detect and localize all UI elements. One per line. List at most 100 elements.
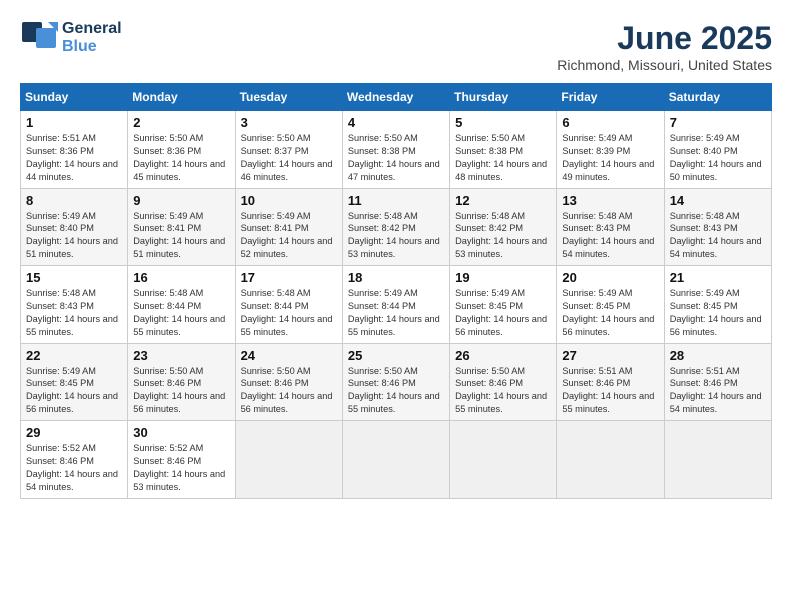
day-number: 8 <box>26 193 122 208</box>
day-number: 13 <box>562 193 658 208</box>
weekday-header: Friday <box>557 84 664 111</box>
calendar-week-row: 8 Sunrise: 5:49 AM Sunset: 8:40 PM Dayli… <box>21 188 772 266</box>
day-info: Sunrise: 5:49 AM Sunset: 8:45 PM Dayligh… <box>26 365 122 417</box>
calendar-cell: 26 Sunrise: 5:50 AM Sunset: 8:46 PM Dayl… <box>450 343 557 421</box>
day-number: 11 <box>348 193 444 208</box>
day-info: Sunrise: 5:51 AM Sunset: 8:46 PM Dayligh… <box>562 365 658 417</box>
day-number: 2 <box>133 115 229 130</box>
day-info: Sunrise: 5:50 AM Sunset: 8:46 PM Dayligh… <box>241 365 337 417</box>
calendar-week-row: 1 Sunrise: 5:51 AM Sunset: 8:36 PM Dayli… <box>21 111 772 189</box>
calendar-week-row: 22 Sunrise: 5:49 AM Sunset: 8:45 PM Dayl… <box>21 343 772 421</box>
calendar-cell: 13 Sunrise: 5:48 AM Sunset: 8:43 PM Dayl… <box>557 188 664 266</box>
calendar-cell: 18 Sunrise: 5:49 AM Sunset: 8:44 PM Dayl… <box>342 266 449 344</box>
calendar-cell: 25 Sunrise: 5:50 AM Sunset: 8:46 PM Dayl… <box>342 343 449 421</box>
day-info: Sunrise: 5:50 AM Sunset: 8:38 PM Dayligh… <box>348 132 444 184</box>
day-number: 15 <box>26 270 122 285</box>
month-title: June 2025 <box>557 20 772 57</box>
calendar-cell: 6 Sunrise: 5:49 AM Sunset: 8:39 PM Dayli… <box>557 111 664 189</box>
calendar-cell: 23 Sunrise: 5:50 AM Sunset: 8:46 PM Dayl… <box>128 343 235 421</box>
day-info: Sunrise: 5:49 AM Sunset: 8:40 PM Dayligh… <box>26 210 122 262</box>
day-number: 4 <box>348 115 444 130</box>
logo-icon <box>20 20 56 56</box>
day-number: 14 <box>670 193 766 208</box>
calendar-cell: 11 Sunrise: 5:48 AM Sunset: 8:42 PM Dayl… <box>342 188 449 266</box>
calendar-cell: 3 Sunrise: 5:50 AM Sunset: 8:37 PM Dayli… <box>235 111 342 189</box>
weekday-header: Monday <box>128 84 235 111</box>
day-number: 18 <box>348 270 444 285</box>
calendar-header-row: SundayMondayTuesdayWednesdayThursdayFrid… <box>21 84 772 111</box>
calendar-cell: 15 Sunrise: 5:48 AM Sunset: 8:43 PM Dayl… <box>21 266 128 344</box>
day-number: 27 <box>562 348 658 363</box>
weekday-header: Sunday <box>21 84 128 111</box>
day-number: 1 <box>26 115 122 130</box>
calendar-cell: 2 Sunrise: 5:50 AM Sunset: 8:36 PM Dayli… <box>128 111 235 189</box>
day-info: Sunrise: 5:52 AM Sunset: 8:46 PM Dayligh… <box>133 442 229 494</box>
day-info: Sunrise: 5:48 AM Sunset: 8:44 PM Dayligh… <box>241 287 337 339</box>
header: General Blue June 2025 Richmond, Missour… <box>20 20 772 73</box>
weekday-header: Wednesday <box>342 84 449 111</box>
day-number: 9 <box>133 193 229 208</box>
day-number: 12 <box>455 193 551 208</box>
calendar-cell <box>557 421 664 499</box>
day-number: 25 <box>348 348 444 363</box>
day-info: Sunrise: 5:51 AM Sunset: 8:36 PM Dayligh… <box>26 132 122 184</box>
day-info: Sunrise: 5:48 AM Sunset: 8:43 PM Dayligh… <box>670 210 766 262</box>
day-info: Sunrise: 5:50 AM Sunset: 8:36 PM Dayligh… <box>133 132 229 184</box>
day-number: 10 <box>241 193 337 208</box>
calendar-cell: 20 Sunrise: 5:49 AM Sunset: 8:45 PM Dayl… <box>557 266 664 344</box>
calendar-cell: 30 Sunrise: 5:52 AM Sunset: 8:46 PM Dayl… <box>128 421 235 499</box>
day-info: Sunrise: 5:50 AM Sunset: 8:37 PM Dayligh… <box>241 132 337 184</box>
day-info: Sunrise: 5:49 AM Sunset: 8:44 PM Dayligh… <box>348 287 444 339</box>
day-info: Sunrise: 5:49 AM Sunset: 8:40 PM Dayligh… <box>670 132 766 184</box>
calendar-cell <box>235 421 342 499</box>
title-area: June 2025 Richmond, Missouri, United Sta… <box>557 20 772 73</box>
day-number: 16 <box>133 270 229 285</box>
day-info: Sunrise: 5:49 AM Sunset: 8:45 PM Dayligh… <box>670 287 766 339</box>
calendar-week-row: 15 Sunrise: 5:48 AM Sunset: 8:43 PM Dayl… <box>21 266 772 344</box>
day-info: Sunrise: 5:49 AM Sunset: 8:45 PM Dayligh… <box>562 287 658 339</box>
calendar-cell: 5 Sunrise: 5:50 AM Sunset: 8:38 PM Dayli… <box>450 111 557 189</box>
calendar-table: SundayMondayTuesdayWednesdayThursdayFrid… <box>20 83 772 499</box>
day-info: Sunrise: 5:49 AM Sunset: 8:39 PM Dayligh… <box>562 132 658 184</box>
calendar-cell: 17 Sunrise: 5:48 AM Sunset: 8:44 PM Dayl… <box>235 266 342 344</box>
calendar-cell: 12 Sunrise: 5:48 AM Sunset: 8:42 PM Dayl… <box>450 188 557 266</box>
calendar-cell: 22 Sunrise: 5:49 AM Sunset: 8:45 PM Dayl… <box>21 343 128 421</box>
day-number: 21 <box>670 270 766 285</box>
day-info: Sunrise: 5:50 AM Sunset: 8:46 PM Dayligh… <box>455 365 551 417</box>
weekday-header: Thursday <box>450 84 557 111</box>
day-info: Sunrise: 5:49 AM Sunset: 8:41 PM Dayligh… <box>241 210 337 262</box>
day-number: 22 <box>26 348 122 363</box>
day-info: Sunrise: 5:50 AM Sunset: 8:46 PM Dayligh… <box>133 365 229 417</box>
day-number: 23 <box>133 348 229 363</box>
logo: General Blue <box>20 20 122 56</box>
day-number: 6 <box>562 115 658 130</box>
day-info: Sunrise: 5:49 AM Sunset: 8:41 PM Dayligh… <box>133 210 229 262</box>
calendar-cell: 14 Sunrise: 5:48 AM Sunset: 8:43 PM Dayl… <box>664 188 771 266</box>
day-info: Sunrise: 5:52 AM Sunset: 8:46 PM Dayligh… <box>26 442 122 494</box>
calendar-cell: 10 Sunrise: 5:49 AM Sunset: 8:41 PM Dayl… <box>235 188 342 266</box>
day-number: 26 <box>455 348 551 363</box>
day-info: Sunrise: 5:50 AM Sunset: 8:38 PM Dayligh… <box>455 132 551 184</box>
day-number: 5 <box>455 115 551 130</box>
day-info: Sunrise: 5:48 AM Sunset: 8:43 PM Dayligh… <box>26 287 122 339</box>
calendar-cell: 27 Sunrise: 5:51 AM Sunset: 8:46 PM Dayl… <box>557 343 664 421</box>
day-info: Sunrise: 5:48 AM Sunset: 8:42 PM Dayligh… <box>455 210 551 262</box>
weekday-header: Tuesday <box>235 84 342 111</box>
calendar-cell: 8 Sunrise: 5:49 AM Sunset: 8:40 PM Dayli… <box>21 188 128 266</box>
day-info: Sunrise: 5:48 AM Sunset: 8:43 PM Dayligh… <box>562 210 658 262</box>
calendar-cell: 29 Sunrise: 5:52 AM Sunset: 8:46 PM Dayl… <box>21 421 128 499</box>
day-info: Sunrise: 5:48 AM Sunset: 8:44 PM Dayligh… <box>133 287 229 339</box>
calendar-cell <box>450 421 557 499</box>
calendar-cell: 16 Sunrise: 5:48 AM Sunset: 8:44 PM Dayl… <box>128 266 235 344</box>
calendar-cell: 21 Sunrise: 5:49 AM Sunset: 8:45 PM Dayl… <box>664 266 771 344</box>
calendar-cell: 9 Sunrise: 5:49 AM Sunset: 8:41 PM Dayli… <box>128 188 235 266</box>
calendar-cell: 28 Sunrise: 5:51 AM Sunset: 8:46 PM Dayl… <box>664 343 771 421</box>
day-number: 17 <box>241 270 337 285</box>
day-info: Sunrise: 5:49 AM Sunset: 8:45 PM Dayligh… <box>455 287 551 339</box>
calendar-cell <box>342 421 449 499</box>
day-number: 7 <box>670 115 766 130</box>
day-info: Sunrise: 5:50 AM Sunset: 8:46 PM Dayligh… <box>348 365 444 417</box>
calendar-cell: 4 Sunrise: 5:50 AM Sunset: 8:38 PM Dayli… <box>342 111 449 189</box>
weekday-header: Saturday <box>664 84 771 111</box>
day-number: 28 <box>670 348 766 363</box>
